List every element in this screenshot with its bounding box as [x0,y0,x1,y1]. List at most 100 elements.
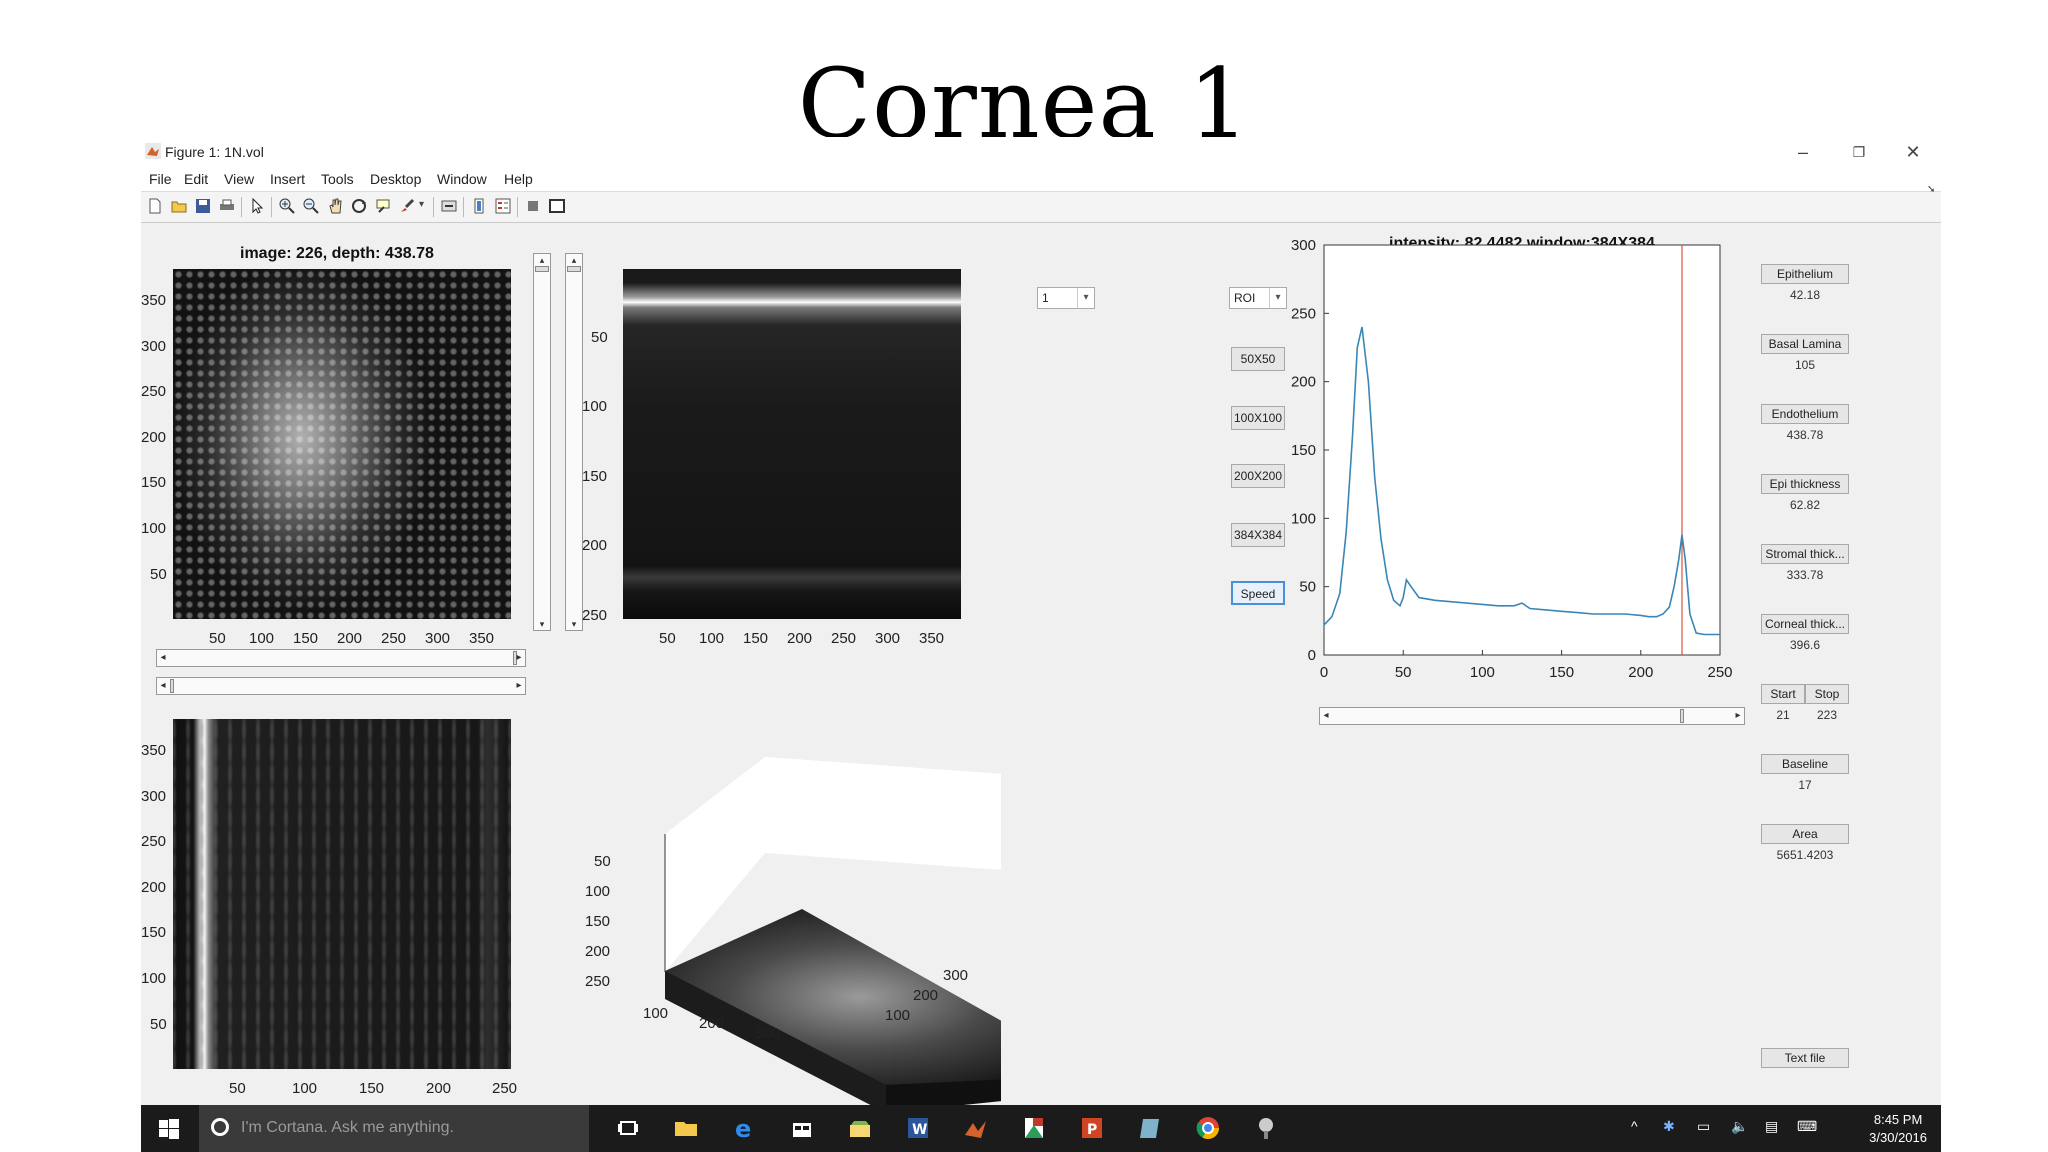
scroll-up-arrow-icon[interactable]: ▴ [534,254,550,266]
image-app-icon[interactable] [1019,1113,1049,1143]
roi-384-button[interactable]: 384X384 [1231,523,1285,547]
clock[interactable]: 8:45 PM 3/30/2016 [1869,1111,1927,1147]
slider-thumb[interactable] [1680,709,1684,723]
y-tick-label: 150 [141,924,167,941]
menu-view[interactable]: View [224,171,254,187]
baseline-button[interactable]: Baseline [1761,754,1849,774]
pan-icon[interactable] [327,198,343,214]
roi-50-button[interactable]: 50X50 [1231,347,1285,371]
windows-start-icon[interactable] [159,1119,179,1139]
satellite-app-icon[interactable] [1251,1113,1281,1143]
colorbar-icon[interactable] [471,198,487,214]
bluetooth-icon[interactable]: ✱ [1663,1118,1675,1135]
show-tools-icon[interactable] [549,198,565,214]
depth-profile-slider[interactable]: ◂ ▸ [1319,707,1745,725]
folder-app-icon[interactable] [845,1113,875,1143]
endothelium-value: 438.78 [1786,428,1824,442]
menu-help[interactable]: Help [504,171,533,187]
matlab-taskbar-icon[interactable] [961,1113,991,1143]
battery-icon[interactable]: ▭ [1697,1118,1710,1135]
notebook-icon[interactable] [1135,1113,1165,1143]
x-tick-label: 250 [492,1080,518,1097]
cortana-search-box[interactable]: I'm Cortana. Ask me anything. [199,1105,589,1152]
show-hidden-icons-icon[interactable]: ^ [1631,1118,1638,1134]
menu-file[interactable]: File [149,171,172,187]
depth-slider[interactable]: ◂ ▸ [156,677,526,695]
volume-3d-view[interactable] [581,757,1001,1152]
link-icon[interactable] [441,198,457,214]
slider-thumb[interactable] [567,266,581,272]
legend-icon[interactable] [495,198,511,214]
edge-browser-icon[interactable]: e [729,1113,759,1143]
action-center-icon[interactable]: ▤ [1765,1118,1778,1135]
stromal-thickness-value: 333.78 [1786,568,1824,582]
slider-thumb[interactable] [535,266,549,272]
scroll-up-arrow-icon[interactable]: ▴ [566,254,582,266]
scroll-left-arrow-icon[interactable]: ◂ [1320,708,1332,724]
data-cursor-icon[interactable] [375,198,391,214]
powerpoint-icon[interactable]: P [1077,1113,1107,1143]
en-face-image[interactable] [173,269,511,619]
store-icon[interactable] [787,1113,817,1143]
menu-desktop[interactable]: Desktop [370,171,421,187]
restore-button[interactable]: ❐ [1839,139,1879,165]
y-tick-label: 200 [141,429,167,446]
epithelium-button[interactable]: Epithelium [1761,264,1849,284]
word-icon[interactable]: W [903,1113,933,1143]
roi-select[interactable]: ROI ▾ [1229,287,1287,309]
volume-icon[interactable]: 🔈 [1731,1118,1748,1135]
y-tick-label: 50 [1299,579,1316,596]
task-view-icon[interactable] [613,1113,643,1143]
roi-200-button[interactable]: 200X200 [1231,464,1285,488]
zoom-in-icon[interactable] [279,198,295,214]
speed-button[interactable]: Speed [1231,581,1285,605]
scroll-left-arrow-icon[interactable]: ◂ [157,678,169,694]
rotate-icon[interactable] [351,198,367,214]
roi-100-button[interactable]: 100X100 [1231,406,1285,430]
x-tick-label: 250 [831,630,857,647]
scroll-down-arrow-icon[interactable]: ▾ [566,618,582,630]
pointer-icon[interactable] [249,198,265,214]
open-folder-icon[interactable] [171,198,187,214]
epi-thickness-button[interactable]: Epi thickness [1761,474,1849,494]
stromal-thickness-button[interactable]: Stromal thick... [1761,544,1849,564]
menu-window[interactable]: Window [437,171,487,187]
endothelium-button[interactable]: Endothelium [1761,404,1849,424]
stop-button[interactable]: Stop [1805,684,1849,704]
frame-select[interactable]: 1 ▾ [1037,287,1095,309]
cross-section-image[interactable] [623,269,961,619]
menu-insert[interactable]: Insert [270,171,305,187]
scroll-down-arrow-icon[interactable]: ▾ [534,618,550,630]
new-file-icon[interactable] [147,198,163,214]
basal-lamina-button[interactable]: Basal Lamina [1761,334,1849,354]
file-explorer-icon[interactable] [671,1113,701,1143]
save-icon[interactable] [195,198,211,214]
minimize-button[interactable]: – [1783,139,1823,165]
close-button[interactable]: ✕ [1893,139,1933,165]
zoom-out-icon[interactable] [303,198,319,214]
y-section-image[interactable] [173,719,511,1069]
chrome-icon[interactable] [1193,1113,1223,1143]
dock-arrow-icon[interactable]: ➘ [1927,184,1935,195]
hide-tools-icon[interactable] [525,198,541,214]
print-icon[interactable] [219,198,235,214]
scroll-right-arrow-icon[interactable]: ▸ [513,650,525,666]
corneal-thickness-button[interactable]: Corneal thick... [1761,614,1849,634]
slider-thumb[interactable] [170,679,174,693]
keyboard-icon[interactable]: ⌨ [1797,1118,1817,1135]
vertical-slider-2[interactable]: ▴ ▾ [565,253,583,631]
vertical-slider-1[interactable]: ▴ ▾ [533,253,551,631]
scroll-left-arrow-icon[interactable]: ◂ [157,650,169,666]
start-button[interactable]: Start [1761,684,1805,704]
scroll-right-arrow-icon[interactable]: ▸ [1732,708,1744,724]
menu-edit[interactable]: Edit [184,171,208,187]
y-tick-label: 100 [141,520,167,537]
image-slider[interactable]: ◂ ▸ [156,649,526,667]
scroll-right-arrow-icon[interactable]: ▸ [513,678,525,694]
y-tick-label: 100 [141,970,167,987]
brush-icon[interactable] [399,198,415,214]
text-file-button[interactable]: Text file [1761,1048,1849,1068]
z-tick-label: 200 [585,943,611,960]
area-button[interactable]: Area [1761,824,1849,844]
menu-tools[interactable]: Tools [321,171,354,187]
